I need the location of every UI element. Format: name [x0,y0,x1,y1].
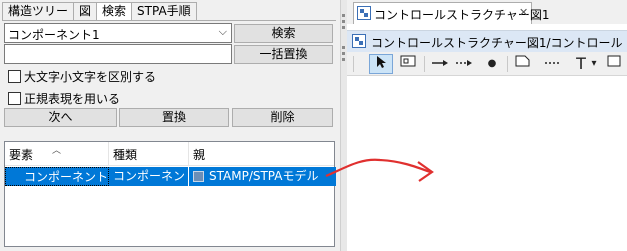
tab-control-structure-diagram[interactable]: コントロールストラクチャー図1 ✕ [353,2,550,24]
result-element-cell[interactable]: コンポーネント1 [5,167,109,186]
diagram-canvas[interactable] [347,77,627,251]
replace-button[interactable]: 置換 [119,108,229,127]
search-text-input[interactable] [4,44,232,64]
search-target-value: コンポーネント1 [8,28,100,42]
box-tool-icon[interactable] [512,54,534,74]
column-header-parent[interactable]: 親 [189,142,336,166]
delete-button[interactable]: 削除 [232,108,333,127]
tab-diagram[interactable]: 図 [73,2,98,21]
chevron-down-icon[interactable]: ⌵ [219,25,227,39]
result-parent-cell[interactable]: STAMP/STPAモデル [189,167,336,186]
frame-tool-icon[interactable] [605,54,623,74]
case-sensitive-option[interactable]: 大文字小文字を区別する [8,68,156,85]
text-tool-dropdown-icon[interactable]: ▾ [589,54,599,74]
column-header-element[interactable]: 要素 ︿ [5,142,109,166]
close-icon[interactable]: ✕ [519,6,528,19]
component-tool-icon[interactable] [397,54,419,74]
splitter-grip [342,6,345,246]
table-row[interactable]: コンポーネント1 コンポーネント STAMP/STPAモデル [5,167,336,186]
toolbar-grip [353,56,354,72]
tab-search[interactable]: 検索 [96,2,133,21]
toolbar-separator [424,56,425,72]
diagram-icon [357,6,371,20]
regex-label: 正規表現を用いる [24,92,121,106]
replace-all-button[interactable]: 一括置換 [234,45,333,64]
results-table: 要素 ︿ 種類 親 コンポーネント1 コンポーネント STAMP/STPAモデル [4,141,336,247]
sort-ascending-icon: ︿ [52,146,62,156]
regex-option[interactable]: 正規表現を用いる [8,90,120,107]
left-tab-strip: 構造ツリー 図 検索 STPA手順 [2,2,197,21]
select-tool-icon[interactable] [369,54,393,74]
results-table-header: 要素 ︿ 種類 親 [5,142,334,166]
model-icon [193,171,204,182]
control-action-tool-icon[interactable] [429,54,451,74]
search-button[interactable]: 検索 [234,24,333,43]
tab-structure-tree[interactable]: 構造ツリー [2,2,75,21]
tab-stpa-procedure[interactable]: STPA手順 [131,2,197,21]
toolbar-separator [507,56,508,72]
column-header-type[interactable]: 種類 [109,142,189,166]
diagram-title-icon [352,34,366,48]
next-button[interactable]: 次へ [4,108,117,127]
diagram-editor: コントロールストラクチャー図1 ✕ コントロールストラクチャー図1/コントロール… [347,0,627,251]
diagram-toolbar: ● T ▾ [347,52,627,76]
text-tool-icon[interactable]: T [573,54,589,74]
dotted-line-tool-icon[interactable] [541,54,563,74]
editor-tab-strip: コントロールストラクチャー図1 ✕ [347,0,627,24]
diagram-title-bar: コントロールストラクチャー図1/コントロール [347,30,627,52]
result-type-cell[interactable]: コンポーネント [109,167,189,186]
diagram-title: コントロールストラクチャー図1/コントロール [371,36,623,50]
case-sensitive-label: 大文字小文字を区別する [24,70,157,84]
case-sensitive-checkbox[interactable] [8,70,21,83]
search-panel: 構造ツリー 図 検索 STPA手順 コンポーネント1 ⌵ 検索 一括置換 大文字… [0,0,340,251]
regex-checkbox[interactable] [8,92,21,105]
point-tool-icon[interactable]: ● [481,54,503,74]
feedback-tool-icon[interactable] [453,54,475,74]
tab-divider [2,20,336,21]
search-target-combo[interactable]: コンポーネント1 ⌵ [4,23,232,43]
